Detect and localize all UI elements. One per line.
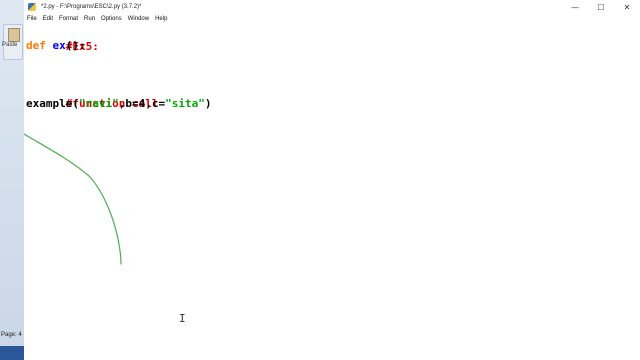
minimize-button[interactable]: — (562, 0, 588, 14)
menu-edit[interactable]: Edit (40, 14, 56, 24)
background-app-ribbon: Paste Page: 4 (0, 0, 25, 360)
menu-run[interactable]: Run (81, 14, 98, 24)
title-bar[interactable]: *2.py - F:\Programs\ESC\2.py (3.7.2)* — … (24, 0, 640, 14)
status-strip (0, 346, 24, 360)
maximize-button[interactable]: ☐ (588, 0, 614, 14)
menu-file[interactable]: File (24, 14, 40, 24)
text-cursor-icon: I (179, 312, 186, 325)
close-button[interactable]: ✕ (614, 0, 640, 14)
menu-format[interactable]: Format (56, 14, 81, 24)
clipboard-icon (8, 28, 20, 42)
menu-bar: File Edit Format Run Options Window Help (24, 14, 170, 24)
paste-label: Paste (2, 42, 18, 48)
page-indicator: Page: 4 (1, 332, 22, 338)
idle-editor-window: *2.py - F:\Programs\ESC\2.py (3.7.2)* — … (24, 0, 640, 360)
menu-help[interactable]: Help (152, 14, 170, 24)
window-title: *2.py - F:\Programs\ESC\2.py (3.7.2)* (41, 4, 142, 10)
pen-annotation (24, 133, 122, 265)
window-controls: — ☐ ✕ (562, 0, 640, 14)
python-app-icon (28, 3, 36, 11)
menu-options[interactable]: Options (98, 14, 125, 24)
code-editor[interactable]: #Ex5: def ex(): #function call example("… (24, 24, 640, 360)
menu-window[interactable]: Window (125, 14, 152, 24)
